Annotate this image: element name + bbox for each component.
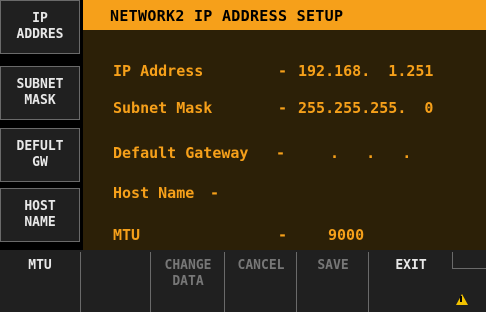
subnet-mask-label-line1: SUBNET (16, 77, 64, 92)
mtu-label: MTU (113, 226, 141, 244)
mtu-button-label: MTU (28, 258, 52, 273)
default-gateway-button[interactable]: DEFULT GW (0, 128, 80, 182)
mtu-separator: - (278, 226, 288, 244)
ip-address-button[interactable]: IP ADDRES (0, 0, 80, 54)
change-data-label-line1: CHANGE (164, 258, 212, 273)
subnet-mask-label-line2: MASK (24, 93, 56, 108)
ip-address-label-line1: IP (32, 11, 48, 26)
default-gateway-value[interactable]: . . . (330, 144, 411, 162)
default-gateway-label-line2: GW (32, 155, 48, 170)
change-data-button[interactable]: CHANGE DATA (150, 252, 225, 312)
warning-icon (456, 294, 468, 305)
cancel-button[interactable]: CANCEL (224, 252, 297, 312)
subnet-mask-separator: - (278, 99, 288, 117)
default-gateway-separator: - (276, 144, 286, 162)
mtu-button[interactable]: MTU (0, 252, 80, 312)
exit-button-label: EXIT (395, 258, 427, 273)
device-screen: IP ADDRES SUBNET MASK DEFULT GW HOST NAM… (0, 0, 486, 312)
subnet-mask-value[interactable]: 255.255.255. 0 (298, 99, 433, 117)
ip-address-separator: - (278, 62, 288, 80)
host-name-separator: - (210, 184, 220, 202)
host-name-label-line2: NAME (24, 215, 56, 230)
subnet-mask-label: Subnet Mask (113, 99, 213, 117)
host-name-label-line1: HOST (24, 199, 56, 214)
page-title: NETWORK2 IP ADDRESS SETUP (110, 7, 344, 25)
save-button[interactable]: SAVE (296, 252, 369, 312)
default-gateway-label: Default Gateway (113, 144, 249, 162)
blank-button[interactable] (80, 252, 151, 312)
cancel-button-label: CANCEL (237, 258, 285, 273)
change-data-label-line2: DATA (172, 274, 204, 289)
default-gateway-label-line1: DEFULT (16, 139, 64, 154)
ip-address-label: IP Address (113, 62, 204, 80)
exit-button[interactable]: EXIT (368, 252, 453, 312)
warning-icon-mark (460, 296, 462, 302)
ip-address-value[interactable]: 192.168. 1.251 (298, 62, 433, 80)
host-name-button[interactable]: HOST NAME (0, 188, 80, 242)
side-menu: IP ADDRES SUBNET MASK DEFULT GW HOST NAM… (0, 0, 80, 250)
setup-panel (83, 0, 486, 250)
status-box (452, 252, 486, 269)
save-button-label: SAVE (317, 258, 349, 273)
host-name-label: Host Name (113, 184, 195, 202)
mtu-value[interactable]: 9000 (328, 226, 364, 244)
subnet-mask-button[interactable]: SUBNET MASK (0, 66, 80, 120)
ip-address-label-line2: ADDRES (16, 27, 64, 42)
